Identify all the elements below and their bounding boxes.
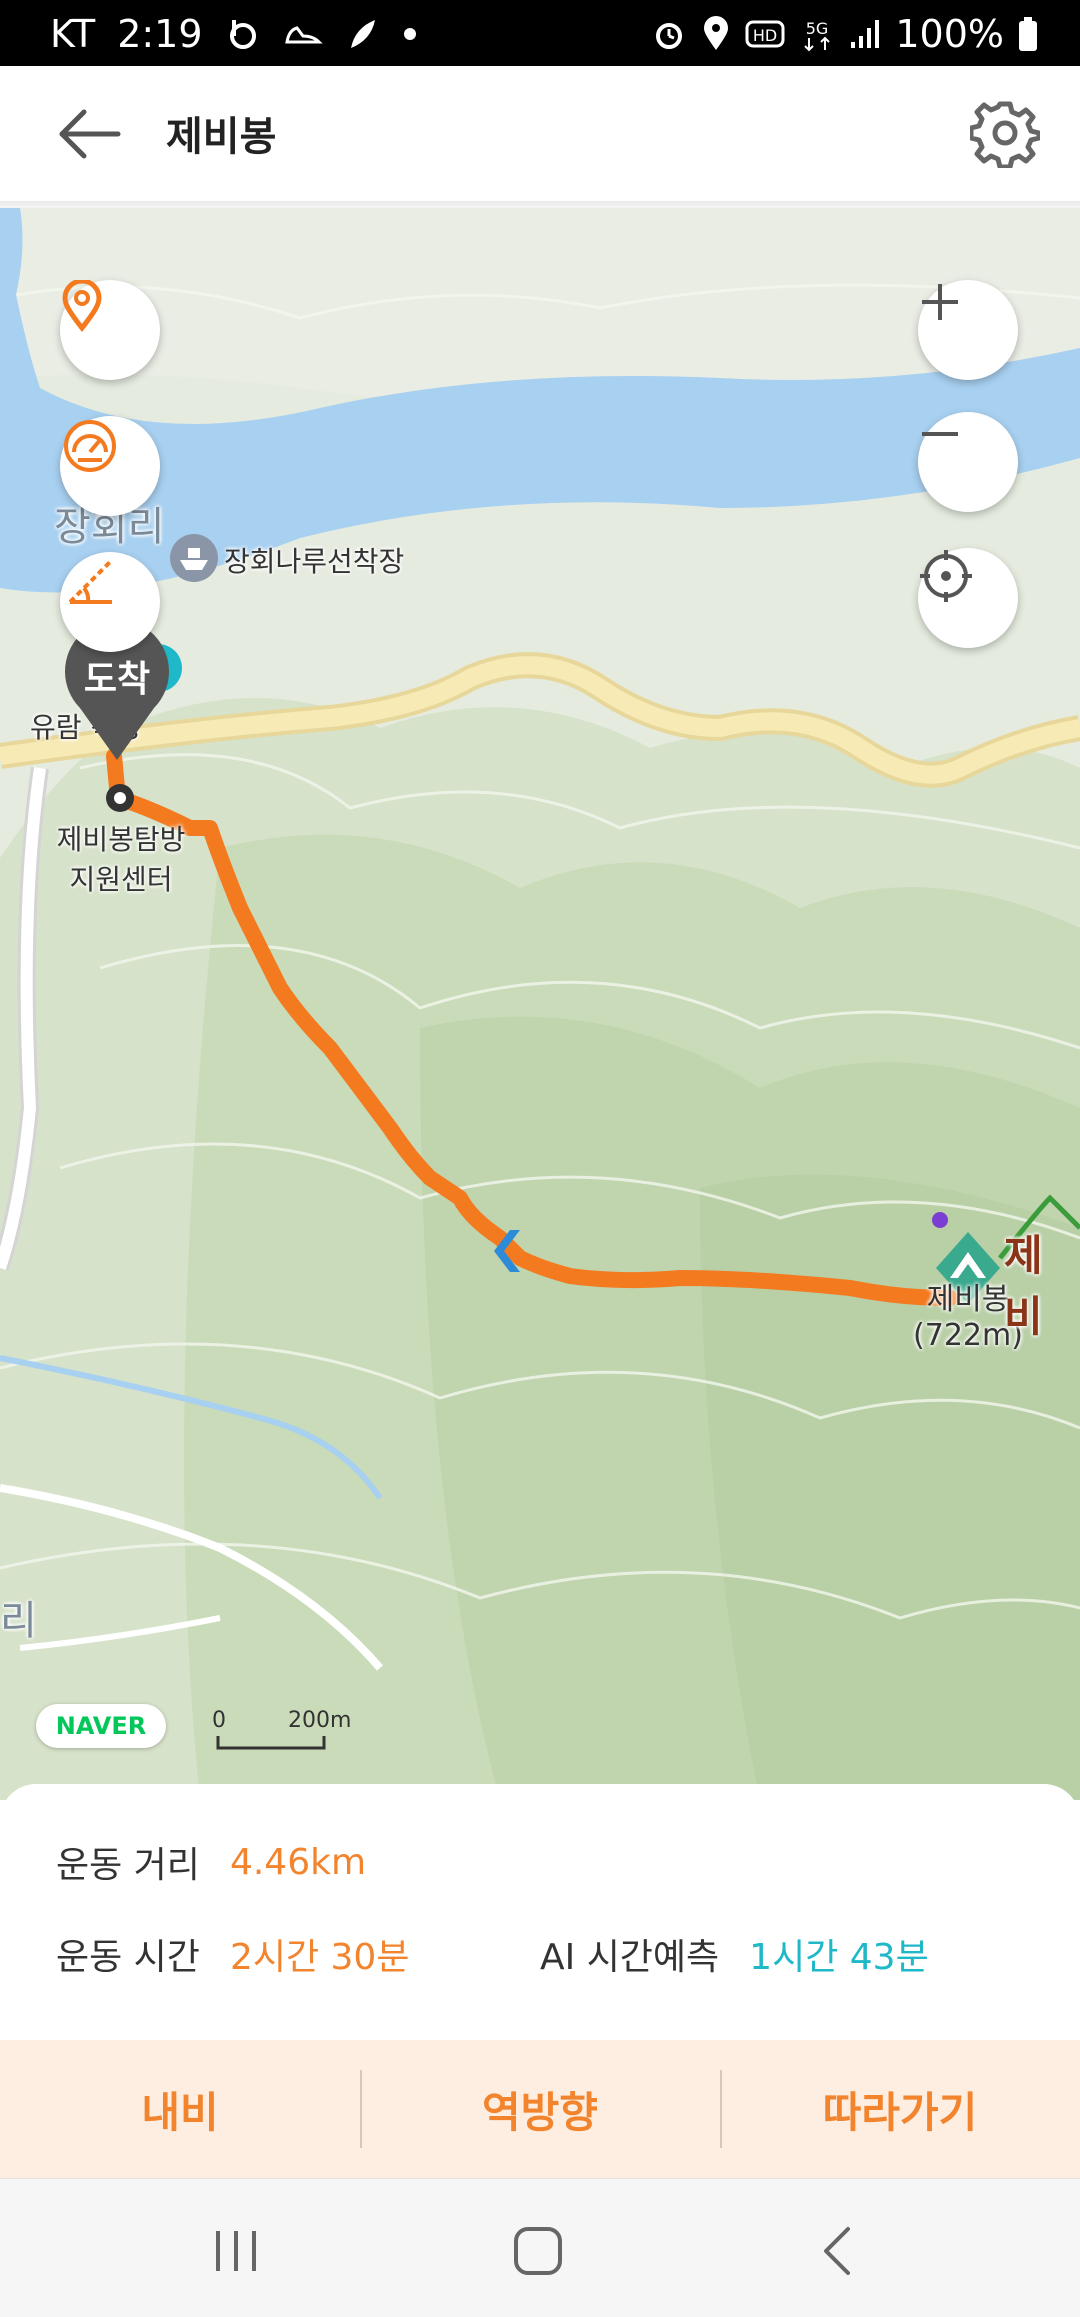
svg-text:5G: 5G (806, 19, 829, 38)
scale-start: 0 (212, 1708, 226, 1733)
map-label-ferry: 장회나루선착장 (224, 545, 405, 578)
chevron-left-icon (824, 2227, 850, 2275)
map-label-peak-right: 제비 (1004, 1231, 1043, 1341)
ai-time-label: AI 시간예측 (540, 1937, 720, 1978)
dot-icon (403, 27, 417, 41)
time-label: 운동 시간 (56, 1937, 200, 1978)
map-label-village-bottom: 리 (0, 1598, 37, 1644)
carrier-label: KT (50, 12, 96, 56)
clock: 2:19 (117, 12, 203, 56)
time-row: 운동 시간 2시간 30분 (56, 1928, 409, 1980)
feather-icon (345, 16, 381, 52)
route-info-panel: 운동 거리 4.46km 운동 시간 2시간 30분 AI 시간예측 1시간 4… (0, 1784, 1080, 2039)
minus-icon (922, 432, 958, 436)
home-icon (514, 2227, 562, 2275)
hd-icon: HD (745, 19, 785, 49)
signal-icon (849, 18, 881, 50)
action-bar: 내비 역방향 따라가기 (0, 2040, 1080, 2178)
system-back-button[interactable] (808, 2223, 868, 2279)
location-pin-icon (62, 280, 102, 332)
plus-icon (922, 284, 958, 320)
status-bar: KT 2:19 HD 5G 100% (0, 0, 1080, 66)
back-arrow-icon (59, 109, 121, 159)
page-title: 제비봉 (166, 114, 277, 160)
crosshair-icon (920, 550, 972, 602)
shoe-icon (283, 16, 323, 52)
5g-icon: 5G (799, 16, 835, 52)
system-nav-bar (0, 2178, 1080, 2317)
alarm-icon (651, 16, 687, 52)
arrival-marker-label: 도착 (83, 659, 151, 700)
distance-label: 운동 거리 (56, 1845, 200, 1886)
reverse-button[interactable]: 역방향 (360, 2040, 720, 2178)
b-app-icon (225, 16, 261, 52)
naver-logo: NAVER (36, 1704, 166, 1748)
current-location-button[interactable] (918, 548, 1018, 648)
location-icon (701, 16, 731, 52)
speedometer-icon (64, 420, 116, 472)
scale-end: 200m (288, 1708, 352, 1733)
settings-button[interactable] (968, 98, 1042, 170)
recent-apps-icon (216, 2231, 256, 2271)
gear-icon (968, 101, 1042, 170)
location-pin-button[interactable] (60, 280, 160, 380)
distance-row: 운동 거리 4.46km (56, 1836, 366, 1888)
battery-percent: 100% (895, 12, 1004, 56)
ai-time-value: 1시간 43분 (749, 1937, 929, 1978)
recent-apps-button[interactable] (206, 2223, 266, 2279)
ai-time-row: AI 시간예측 1시간 43분 (540, 1928, 929, 1980)
slope-button[interactable] (60, 552, 160, 652)
time-value: 2시간 30분 (229, 1937, 410, 1978)
distance-value: 4.46km (229, 1841, 367, 1883)
zoom-out-button[interactable] (918, 412, 1018, 512)
zoom-in-button[interactable] (918, 280, 1018, 380)
speed-button[interactable] (60, 416, 160, 516)
scale-bar (216, 1736, 326, 1750)
battery-icon (1018, 16, 1038, 52)
home-button[interactable] (508, 2223, 568, 2279)
follow-button[interactable]: 따라가기 (720, 2040, 1080, 2178)
svg-text:HD: HD (753, 26, 777, 45)
slope-icon (68, 560, 112, 604)
back-button[interactable] (56, 106, 126, 162)
app-header: 제비봉 (0, 66, 1080, 201)
map-label-support-center: 제비봉탐방 지원센터 (56, 823, 186, 896)
navi-button[interactable]: 내비 (0, 2040, 360, 2178)
map-view[interactable]: 장회리 장회나루선착장 유람 착장 제비봉탐방 지원센터 제비봉 (722m) … (0, 208, 1080, 1800)
